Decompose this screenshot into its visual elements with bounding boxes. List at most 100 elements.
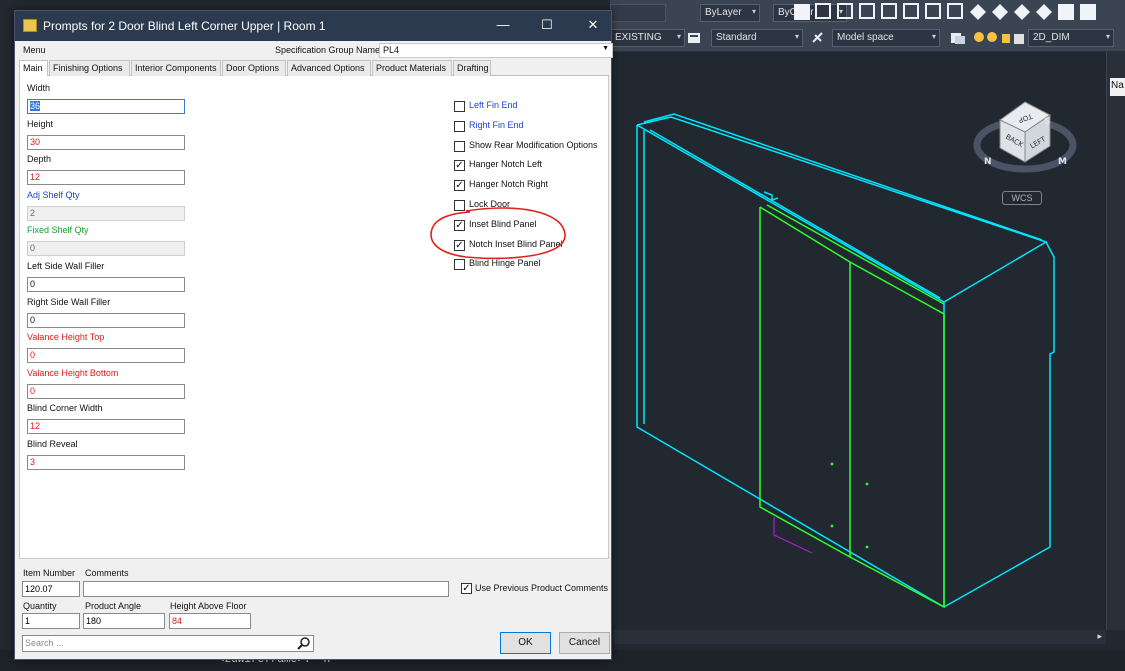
cad-toolbar: ByLayer▾ ByColor▾ EXISTING▾ Standard▾ Mo… (610, 0, 1125, 52)
dialog-titlebar[interactable]: Prompts for 2 Door Blind Left Corner Upp… (15, 11, 611, 41)
hanger-notch-right-checkbox[interactable]: ✓ (454, 180, 465, 192)
comments-label: Comments (85, 568, 129, 578)
left-side-wall-filler-label: Left Side Wall Filler (27, 261, 105, 271)
left-side-wall-filler-field[interactable]: 0 (27, 277, 185, 292)
fixed-shelf-qty-field[interactable]: 0 (27, 241, 185, 257)
right-side-wall-filler-value: 0 (30, 314, 36, 325)
width-field[interactable]: 36 (27, 99, 185, 114)
annotation-circle (430, 207, 566, 260)
search-input[interactable]: Search ... (22, 635, 314, 652)
blind-reveal-label: Blind Reveal (27, 439, 78, 449)
right-fin-end-checkbox[interactable] (454, 120, 465, 132)
height-above-floor-field[interactable]: 84 (169, 613, 251, 629)
right-side-wall-filler-label: Right Side Wall Filler (27, 296, 111, 307)
show-rear-modification-options-checkbox[interactable] (454, 140, 465, 152)
minimize-icon[interactable]: — (495, 17, 511, 33)
blind-corner-width-field[interactable]: 12 (27, 419, 185, 435)
annotation-scale-icon[interactable] (810, 30, 826, 46)
dialog-footer: Item Number 120.07 Comments ✓ Use Previo… (19, 564, 610, 656)
tab-door-options[interactable]: Door Options (222, 60, 286, 76)
depth-value: 12 (30, 172, 41, 183)
app-icon (23, 19, 37, 32)
layer-state-icons[interactable] (972, 30, 1026, 46)
height-above-floor-label: Height Above Floor (170, 601, 247, 611)
height-value: 30 (30, 136, 41, 147)
bylayer-combo[interactable]: ByLayer ▾ (700, 4, 760, 22)
fixed-shelf-qty-value: 0 (30, 243, 36, 254)
search-icon[interactable] (297, 637, 310, 650)
width-value: 36 (30, 101, 41, 111)
scroll-right-icon[interactable]: ▸ (1097, 631, 1102, 642)
left-side-wall-filler-value: 0 (30, 279, 36, 289)
model-viewport[interactable]: TOP BACK LEFT N M S (614, 52, 1106, 630)
menu-button[interactable]: Menu (23, 45, 46, 55)
fixed-shelf-qty-label: Fixed Shelf Qty (27, 225, 89, 236)
use-prev-comments-label: Use Previous Product Comments (475, 583, 609, 593)
left-fin-end-label: Left Fin End (469, 100, 518, 110)
height-field[interactable]: 30 (27, 134, 185, 150)
hanger-notch-left-option[interactable]: ✓ Hanger Notch Left (454, 159, 604, 173)
side-panel-name-field[interactable]: Na (1110, 78, 1125, 96)
tab-main[interactable]: Main (19, 60, 48, 77)
close-icon[interactable]: ✕ (585, 17, 601, 33)
layer-state-combo[interactable]: EXISTING ▾ (610, 29, 685, 47)
quantity-label: Quantity (23, 601, 57, 611)
hanger-notch-left-label: Hanger Notch Left (469, 159, 543, 170)
valance-height-top-field[interactable]: 0 (27, 348, 185, 364)
comments-field[interactable] (83, 581, 449, 597)
layer-properties-icon[interactable] (950, 30, 966, 46)
tab-bar: Main Finishing Options Interior Components… (19, 60, 609, 77)
quantity-field[interactable]: 1 (22, 613, 80, 629)
product-angle-field[interactable]: 180 (83, 613, 165, 629)
depth-label: Depth (27, 154, 52, 165)
dialog-title: Prompts for 2 Door Blind Left Corner Upp… (43, 19, 326, 33)
valance-height-top-value: 0 (30, 350, 36, 361)
hanger-notch-left-checkbox[interactable]: ✓ (454, 160, 465, 172)
properties-side-panel (1106, 52, 1125, 630)
main-tab-panel: Width 36 Height 30 Depth 12 Adj Shelf Qty 2 Fixe… (19, 76, 609, 559)
compass-n-label: N (984, 157, 992, 167)
cancel-button[interactable]: Cancel (559, 632, 610, 654)
left-fin-end-option[interactable]: Left Fin End (454, 100, 604, 114)
left-fin-end-checkbox[interactable] (454, 101, 465, 112)
hanger-notch-right-option[interactable]: ✓ Hanger Notch Right (454, 179, 604, 193)
adj-shelf-qty-value: 2 (30, 207, 36, 218)
item-number-label: Item Number (23, 568, 76, 578)
current-layer-combo[interactable]: 2D_DIM ▾ (1028, 29, 1114, 47)
tab-finishing-options[interactable]: Finishing Options (49, 60, 130, 76)
adj-shelf-qty-field[interactable]: 2 (27, 205, 185, 221)
layer-tool-icon[interactable] (686, 30, 702, 46)
show-rear-modification-options-label: Show Rear Modification Options (469, 139, 598, 150)
item-number-field[interactable]: 120.07 (22, 581, 80, 597)
use-prev-comments-checkbox[interactable]: ✓ (461, 583, 472, 594)
depth-field[interactable]: 12 (27, 170, 185, 186)
height-label: Height (27, 118, 54, 129)
tab-product-materials[interactable]: Product Materials (372, 60, 452, 76)
maximize-icon[interactable]: ☐ (539, 17, 555, 33)
prompts-dialog: Prompts for 2 Door Blind Left Corner Upp… (14, 10, 613, 660)
valance-height-top-label: Valance Height Top (27, 332, 105, 343)
valance-height-bottom-field[interactable]: 0 (27, 383, 185, 399)
tab-advanced-options[interactable]: Advanced Options (287, 60, 371, 76)
horizontal-scrollbar[interactable]: ▸ (614, 630, 1106, 644)
model-space-combo[interactable]: Model space ▾ (832, 29, 940, 47)
tab-drafting[interactable]: Drafting (453, 60, 491, 76)
hidden-combo (610, 4, 666, 22)
compass-m-label: M (1058, 157, 1067, 167)
view-toolbar-icons[interactable] (794, 3, 1124, 23)
adj-shelf-qty-label: Adj Shelf Qty (27, 189, 80, 200)
ok-button[interactable]: OK (500, 632, 551, 654)
blind-reveal-field[interactable]: 3 (27, 455, 185, 470)
tab-interior-components[interactable]: Interior Components (131, 60, 221, 76)
chevron-down-icon: ▼ (602, 45, 609, 52)
text-style-combo[interactable]: Standard ▾ (711, 29, 803, 47)
show-rear-modification-options-option[interactable]: Show Rear Modification Options (454, 140, 604, 154)
spec-group-select[interactable]: PL4 ▼ (379, 43, 613, 58)
viewcube[interactable]: TOP BACK LEFT N M S (970, 90, 1080, 180)
blind-reveal-value: 3 (30, 457, 36, 467)
right-fin-end-option[interactable]: Right Fin End (454, 120, 604, 134)
right-fin-end-label: Right Fin End (469, 119, 524, 130)
right-side-wall-filler-field[interactable]: 0 (27, 312, 185, 328)
wcs-badge[interactable]: WCS (1002, 191, 1042, 205)
valance-height-bottom-value: 0 (30, 385, 36, 396)
